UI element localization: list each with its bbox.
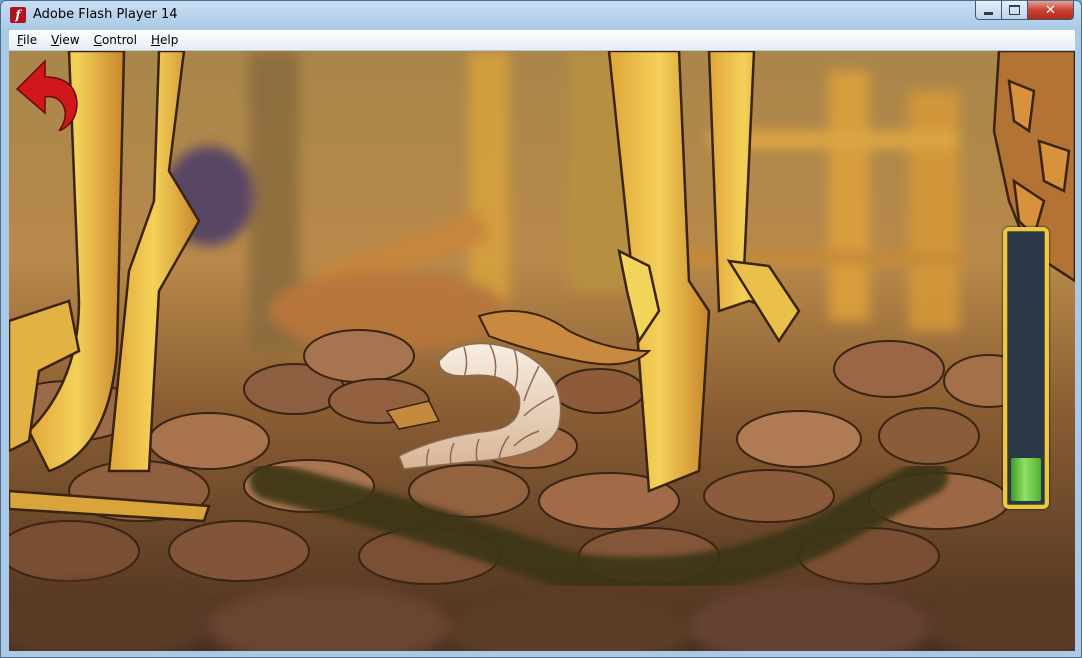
menu-control[interactable]: Control [86,30,143,50]
curved-back-arrow-icon [15,59,78,131]
game-stage[interactable] [9,51,1075,651]
menu-bar: File View Control Help [9,30,1075,51]
minimize-button[interactable] [975,1,1002,20]
title-bar[interactable]: f Adobe Flash Player 14 ✕ [1,1,1081,29]
minimize-icon [984,11,993,15]
close-icon: ✕ [1045,2,1056,18]
maximize-button[interactable] [1002,1,1028,20]
menu-help[interactable]: Help [143,30,184,50]
app-window: f Adobe Flash Player 14 ✕ File View Cont… [0,0,1082,658]
close-button[interactable]: ✕ [1028,1,1074,20]
energy-meter-fill [1011,458,1041,501]
menu-file[interactable]: File [9,30,43,50]
flash-player-icon: f [10,7,26,23]
maximize-icon [1009,5,1020,15]
window-title: Adobe Flash Player 14 [33,7,178,22]
menu-view[interactable]: View [43,30,85,50]
window-controls: ✕ [975,1,1074,21]
energy-meter [1003,227,1049,509]
game-scene [9,51,1075,651]
back-button[interactable] [15,55,81,131]
